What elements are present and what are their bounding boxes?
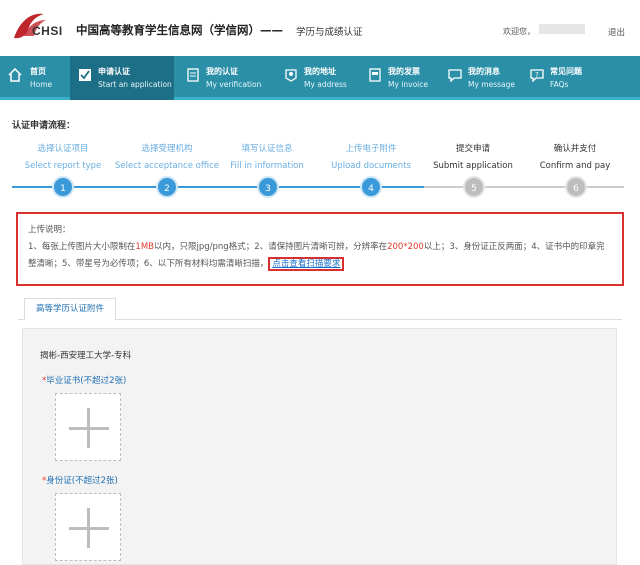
nav-item-my-message[interactable]: 我的消息 My message — [440, 56, 520, 100]
document-icon — [187, 68, 199, 82]
step-1[interactable]: 选择认证项目 Select report type — [8, 142, 118, 171]
step-sublabel: Fill in information — [230, 161, 304, 171]
logo-text: CHSI — [32, 24, 63, 38]
record-name: 揭彬-西安理工大学-专科 — [40, 351, 132, 361]
nav-item-faqs[interactable]: ? 常见问题 FAQs — [522, 56, 602, 100]
nav-item-my-invoice[interactable]: 我的发票 My invoice — [360, 56, 440, 100]
nav-item-home[interactable]: 首页 Home — [0, 56, 66, 100]
plus-icon — [87, 408, 90, 448]
step-6: 确认并支付 Confirm and pay — [520, 142, 630, 171]
instructions-text: 1、每张上传图片大小限制在 — [28, 242, 136, 252]
welcome-text: 欢迎您， — [503, 27, 535, 36]
step-label: 选择认证项目 — [37, 144, 89, 154]
progress-line-todo — [424, 186, 624, 188]
nav-sublabel: Home — [30, 80, 53, 89]
step-circle-4: 4 — [360, 176, 382, 198]
section-label-text: 身份证(不超过2张) — [46, 476, 118, 486]
id-card-upload-box[interactable] — [55, 493, 121, 561]
step-circle-2: 2 — [156, 176, 178, 198]
instructions-title: 上传说明： — [28, 225, 71, 235]
diploma-label: *毕业证书(不超过2张) — [42, 374, 126, 386]
tab-bar: 高等学历认证附件 — [18, 296, 622, 321]
nav-label: 申请认证 — [98, 67, 130, 76]
scan-requirements-link[interactable]: 点击查看扫描要求 — [268, 257, 345, 271]
site-subtitle: 学历与成绩认证 — [296, 27, 363, 38]
nav-item-start-application[interactable]: 申请认证 Start an application — [70, 56, 174, 100]
step-label: 上传电子附件 — [345, 144, 397, 154]
resolution-requirement: 200*200 — [387, 242, 424, 252]
step-3[interactable]: 填写认证信息 Fill in information — [212, 142, 322, 171]
step-circle-5: 5 — [463, 176, 485, 198]
nav-label: 我的认证 — [206, 67, 238, 76]
nav-label: 我的消息 — [468, 67, 500, 76]
step-sublabel: Select acceptance office — [115, 161, 219, 171]
svg-text:?: ? — [535, 71, 539, 79]
step-5: 提交申请 Submit application — [418, 142, 528, 171]
step-label: 填写认证信息 — [241, 144, 293, 154]
tab-degree-certification[interactable]: 高等学历认证附件 — [24, 298, 116, 321]
step-sublabel: Select report type — [24, 161, 102, 171]
nav-item-my-verification[interactable]: 我的认证 My verification — [178, 56, 274, 100]
upload-instructions: 上传说明： 1、每张上传图片大小限制在1MB以内，只限jpg/png格式；2、请… — [16, 212, 624, 286]
process-title: 认证申请流程： — [12, 121, 76, 131]
step-label: 提交申请 — [455, 144, 490, 154]
location-icon — [285, 69, 297, 82]
section-label-text: 毕业证书(不超过2张) — [46, 376, 127, 386]
id-card-label: *身份证(不超过2张) — [42, 474, 118, 486]
main-nav: 首页 Home 申请认证 Start an application 我的认证 M… — [0, 56, 640, 100]
nav-sublabel: My invoice — [388, 80, 428, 89]
step-circle-1: 1 — [52, 176, 74, 198]
home-icon — [8, 68, 22, 82]
nav-sublabel: FAQs — [550, 80, 569, 89]
nav-sublabel: Start an application — [98, 80, 172, 89]
step-sublabel: Submit application — [433, 161, 513, 171]
nav-label: 我的发票 — [388, 67, 420, 76]
nav-label: 我的地址 — [304, 67, 336, 76]
step-circle-6: 6 — [565, 176, 587, 198]
step-sublabel: Upload documents — [331, 161, 411, 171]
step-circle-3: 3 — [257, 176, 279, 198]
checkbox-icon — [79, 69, 91, 81]
plus-icon — [87, 508, 90, 548]
logout-link[interactable]: 退出 — [608, 26, 625, 38]
step-sublabel: Confirm and pay — [539, 161, 611, 171]
step-4[interactable]: 上传电子附件 Upload documents — [316, 142, 426, 171]
nav-sublabel: My verification — [206, 80, 262, 89]
nav-label: 常见问题 — [550, 67, 582, 76]
site-header: CHSI 中国高等教育学生信息网（学信网）—— 学历与成绩认证 欢迎您， 退出 — [0, 0, 640, 52]
username-redacted — [539, 24, 585, 34]
instructions-body: 1、每张上传图片大小限制在1MB以内，只限jpg/png格式；2、请保持图片清晰… — [28, 239, 612, 273]
nav-sublabel: My message — [468, 80, 515, 89]
instructions-text: 以内，只限jpg/png格式；2、请保持图片清晰可辨，分辨率在 — [154, 242, 388, 252]
nav-label: 首页 — [30, 67, 46, 76]
message-icon — [448, 69, 462, 82]
step-label: 选择受理机构 — [141, 144, 193, 154]
question-icon: ? — [530, 69, 544, 82]
step-2[interactable]: 选择受理机构 Select acceptance office — [112, 142, 222, 171]
diploma-upload-box[interactable] — [55, 393, 121, 461]
size-limit: 1MB — [135, 242, 154, 252]
site-title: 中国高等教育学生信息网（学信网）—— — [76, 23, 283, 37]
nav-item-my-address[interactable]: 我的地址 My address — [276, 56, 356, 100]
nav-sublabel: My address — [304, 80, 347, 89]
invoice-icon — [369, 68, 381, 82]
step-label: 确认并支付 — [553, 144, 597, 154]
